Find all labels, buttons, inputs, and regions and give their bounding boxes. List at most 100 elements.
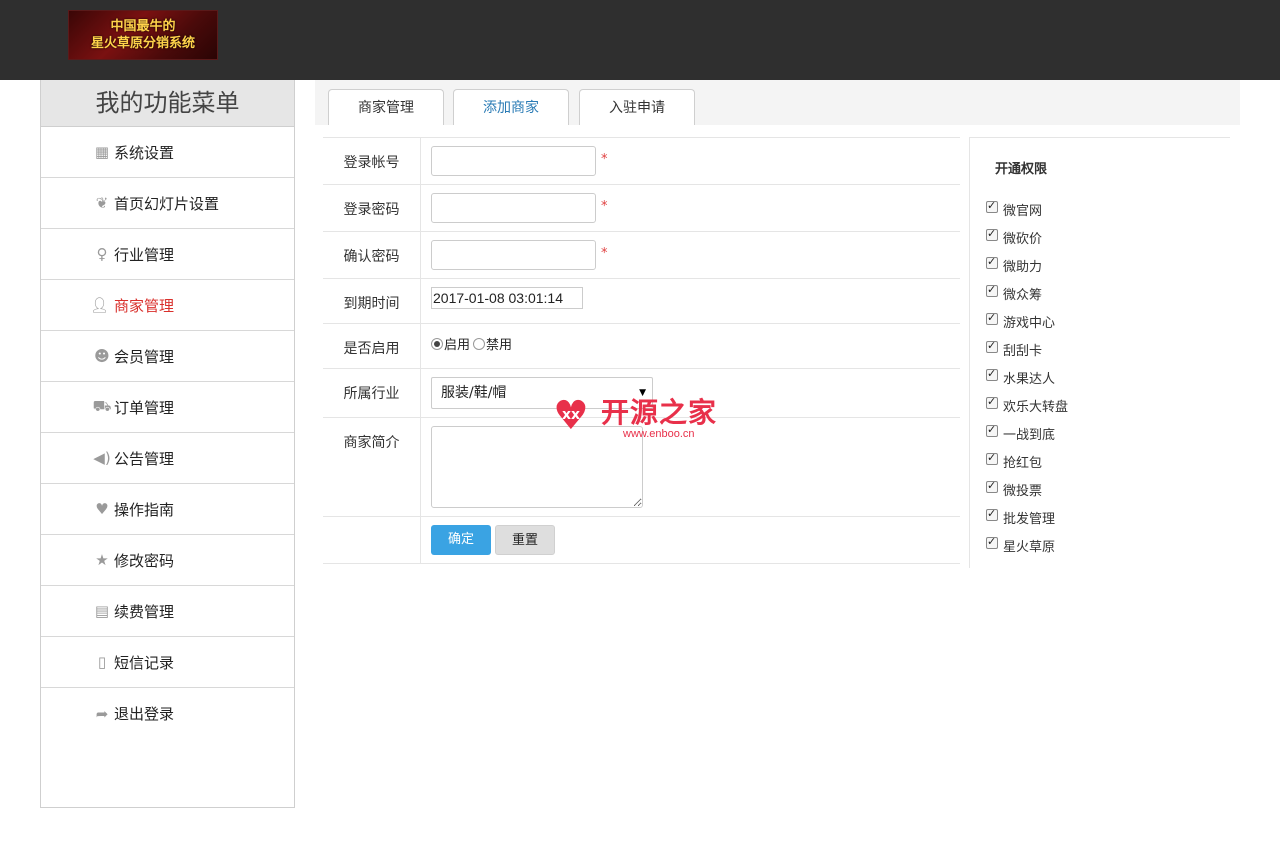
permission-label: 微砍价 — [1003, 232, 1043, 247]
permission-item[interactable]: 微砍价 — [986, 227, 1068, 256]
checkbox-checked[interactable] — [986, 199, 998, 213]
permission-item[interactable]: 欢乐大转盘 — [986, 395, 1069, 424]
confirm-password-input[interactable] — [431, 240, 596, 270]
key-icon: ♀ — [96, 245, 108, 263]
industry-label: 所属行业 — [323, 369, 421, 417]
permissions-panel: 开通权限 微官网 微砍价 微助力 微众筹 游戏中心 刮刮卡 水果达人 欢乐大转盘… — [969, 137, 1230, 568]
add-merchant-form: 登录帐号 * 登录密码 * 确认密码 * 到期时间 2017-01-08 03:… — [323, 137, 960, 564]
account-label: 登录帐号 — [323, 138, 421, 184]
brand-logo[interactable]: 中国最牛的 星火草原分销系统 — [68, 10, 218, 60]
permission-label: 一战到底 — [1003, 428, 1056, 443]
checkbox-checked[interactable] — [986, 535, 998, 549]
form-row-actions: 确定 重置 — [323, 517, 960, 564]
permission-label: 微助力 — [1003, 260, 1043, 275]
sidebar-item-label: 续费管理 — [114, 602, 175, 621]
tab-bar: 商家管理 添加商家 入驻申请 — [315, 80, 1240, 125]
permission-item[interactable]: 刮刮卡 — [986, 339, 1068, 368]
star-icon: ★ — [95, 551, 109, 569]
watermark-text: 开源之家 — [601, 396, 718, 429]
sidebar-item-announcements[interactable]: ◀) 公告管理 — [41, 433, 294, 484]
checkbox-checked[interactable] — [986, 395, 998, 409]
permission-item[interactable]: 微助力 — [986, 255, 1068, 284]
enable-on-radio[interactable] — [431, 337, 443, 350]
submit-button[interactable]: 确定 — [431, 525, 491, 555]
permission-label: 微官网 — [1003, 204, 1043, 219]
permission-item[interactable]: 微投票 — [986, 479, 1068, 508]
password-label: 登录密码 — [323, 185, 421, 231]
sidebar-item-renewal[interactable]: ▤ 续费管理 — [41, 586, 294, 637]
sidebar-item-members[interactable]: ☻ 会员管理 — [41, 331, 294, 382]
logo-line-1: 中国最牛的 — [110, 19, 176, 34]
checkbox-checked[interactable] — [986, 227, 998, 241]
confirm-password-label: 确认密码 — [323, 232, 421, 278]
permission-item[interactable]: 一战到底 — [986, 423, 1068, 452]
watermark-url: www.enboo.cn — [623, 428, 695, 440]
sidebar-item-label: 修改密码 — [114, 551, 175, 570]
checkbox-checked[interactable] — [986, 451, 998, 465]
sidebar-item-label: 系统设置 — [114, 143, 175, 162]
permission-item[interactable]: 批发管理 — [986, 507, 1068, 536]
permission-item[interactable]: 星火草原 — [986, 535, 1068, 564]
sidebar-item-slides-settings[interactable]: ❦ 首页幻灯片设置 — [41, 178, 294, 229]
enable-off-label[interactable]: 禁用 — [486, 334, 512, 353]
store-icon: ▦ — [94, 143, 110, 161]
share-arrow-icon: ➦ — [95, 704, 109, 723]
phone-icon: ▯ — [97, 653, 107, 671]
checkbox-checked[interactable] — [986, 479, 998, 493]
password-input[interactable] — [431, 193, 596, 223]
checkbox-checked[interactable] — [986, 283, 998, 297]
sidebar-item-logout[interactable]: ➦ 退出登录 — [41, 688, 294, 739]
tab-join-applications[interactable]: 入驻申请 — [579, 89, 695, 125]
checkbox-checked[interactable] — [986, 339, 998, 353]
expire-date-input[interactable]: 2017-01-08 03:01:14 — [431, 287, 583, 309]
account-input[interactable] — [431, 146, 596, 176]
sidebar-item-label: 公告管理 — [114, 449, 175, 468]
watermark: ♥ xx 开源之家 www.enboo.cn — [553, 396, 733, 446]
form-row-password: 登录密码 * — [323, 185, 960, 232]
required-mark: * — [601, 246, 608, 261]
checkbox-checked[interactable] — [986, 507, 998, 521]
checkbox-checked[interactable] — [986, 367, 998, 381]
reset-button[interactable]: 重置 — [495, 525, 555, 555]
sidebar-menu: 我的功能菜单 ▦ 系统设置 ❦ 首页幻灯片设置 ♀ 行业管理 👤︎ 商家管理 ☻… — [40, 80, 295, 808]
checkbox-checked[interactable] — [986, 423, 998, 437]
sidebar-item-industry[interactable]: ♀ 行业管理 — [41, 229, 294, 280]
user-star-icon: 👤︎ — [89, 296, 110, 314]
checkbox-checked[interactable] — [986, 311, 998, 325]
users-icon: ☻ — [94, 347, 110, 365]
expire-label: 到期时间 — [323, 279, 421, 323]
permission-item[interactable]: 抢红包 — [986, 451, 1068, 480]
book-icon: ▤ — [94, 602, 110, 620]
permission-item[interactable]: 微众筹 — [986, 283, 1068, 312]
sidebar-item-sms-records[interactable]: ▯ 短信记录 — [41, 637, 294, 688]
sidebar-item-label: 操作指南 — [114, 500, 175, 519]
sidebar-item-system-settings[interactable]: ▦ 系统设置 — [41, 127, 294, 178]
sidebar-item-change-password[interactable]: ★ 修改密码 — [41, 535, 294, 586]
required-mark: * — [601, 199, 608, 214]
watermark-mark: xx — [562, 407, 581, 423]
checkbox-checked[interactable] — [986, 255, 998, 269]
enable-off-radio[interactable] — [473, 337, 486, 350]
slides-icon: ❦ — [95, 194, 109, 212]
sidebar-item-label: 行业管理 — [114, 245, 175, 264]
permission-item[interactable]: 微官网 — [986, 199, 1068, 228]
cart-icon: ⛟ — [92, 397, 112, 415]
tab-add-merchant[interactable]: 添加商家 — [453, 89, 569, 125]
enable-radio-group: 启用 禁用 — [431, 334, 512, 353]
tab-merchant-management[interactable]: 商家管理 — [328, 89, 444, 125]
sidebar-item-orders[interactable]: ⛟ 订单管理 — [41, 382, 294, 433]
sidebar-item-label: 商家管理 — [114, 296, 175, 315]
permissions-list: 微官网 微砍价 微助力 微众筹 游戏中心 刮刮卡 水果达人 欢乐大转盘 一战到底… — [986, 199, 1069, 564]
sidebar-item-guide[interactable]: ♥ 操作指南 — [41, 484, 294, 535]
intro-label: 商家简介 — [323, 418, 421, 516]
permission-item[interactable]: 游戏中心 — [986, 311, 1068, 340]
sidebar-item-label: 短信记录 — [114, 653, 175, 672]
permission-item[interactable]: 水果达人 — [986, 367, 1068, 396]
sidebar-item-label: 首页幻灯片设置 — [114, 194, 220, 213]
sidebar-item-merchants[interactable]: 👤︎ 商家管理 — [41, 280, 294, 331]
permission-label: 欢乐大转盘 — [1003, 400, 1069, 415]
industry-selected-value: 服装/鞋/帽 — [441, 385, 507, 401]
sidebar-item-label: 退出登录 — [114, 705, 175, 723]
enable-on-label[interactable]: 启用 — [444, 334, 470, 353]
permission-label: 星火草原 — [1003, 540, 1056, 555]
